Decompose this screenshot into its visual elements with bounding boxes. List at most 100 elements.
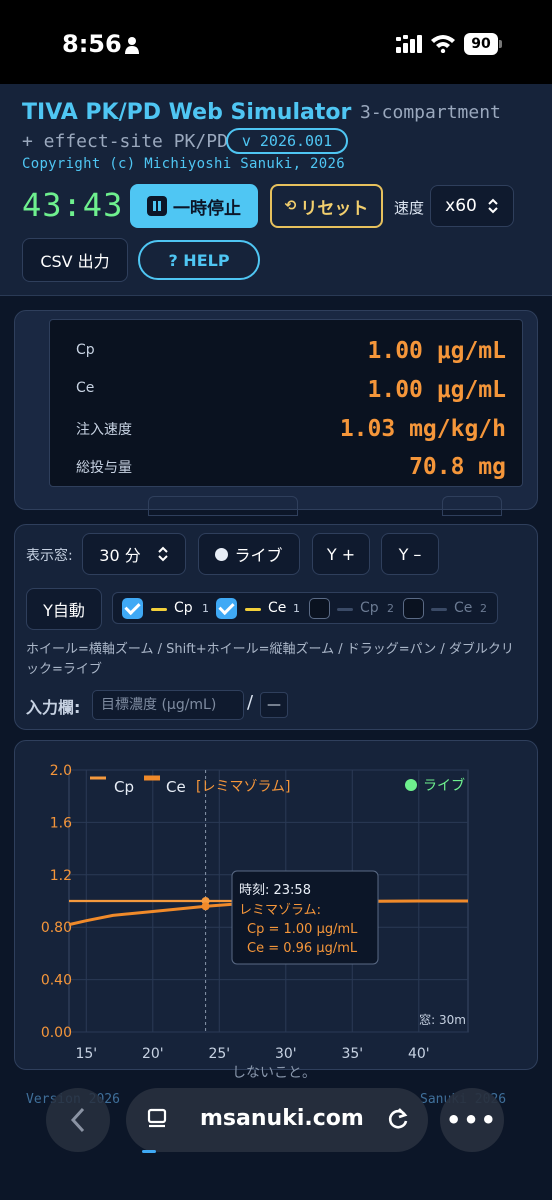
x-tick-label: 30' (275, 1046, 297, 1062)
legend-ce: Ce (166, 778, 186, 796)
window-select[interactable]: 30 分 (82, 533, 186, 575)
pause-icon (147, 196, 167, 216)
target-concentration-input[interactable] (92, 690, 244, 720)
legend-swatch-ce1 (245, 608, 261, 611)
more-icon: ••• (445, 1106, 499, 1134)
chevron-left-icon (70, 1107, 85, 1133)
checkbox-cp1[interactable] (122, 598, 143, 619)
legend-index-cp2: 2 (387, 602, 394, 615)
live-button[interactable]: ライブ (198, 533, 300, 575)
y-tick-label: 1.2 (50, 868, 72, 884)
legend-cp: Cp (114, 778, 134, 796)
readout-panel: Cp 1.00 μg/mL Ce 1.00 μg/mL 注入速度 1.03 mg… (14, 310, 538, 510)
battery-level: 90 (464, 33, 498, 55)
reload-icon[interactable] (385, 1106, 411, 1132)
pause-label: 一時停止 (173, 198, 241, 219)
y-tick-label: 0.40 (41, 973, 72, 989)
app-title: TIVA PK/PD Web Simulator (22, 100, 352, 125)
tooltip-time: 時刻: 23:58 (239, 883, 311, 898)
reset-label: リセット (300, 198, 369, 219)
elapsed-timer: 43:43 (22, 186, 124, 224)
checkbox-cp2[interactable] (309, 598, 330, 619)
cursor-point-ce (201, 902, 210, 911)
app-subtitle-2: + effect-site PK/PD (22, 131, 228, 152)
window-note: 窓: 30m (419, 1012, 466, 1027)
y-zoom-in-button[interactable]: Y + (312, 533, 370, 575)
legend-swatch-ce2 (431, 608, 447, 611)
x-tick-label: 35' (341, 1046, 363, 1062)
legend-index-cp1: 1 (202, 602, 209, 615)
url-text: msanuki.com (200, 1106, 364, 1131)
legend-swatch-cp1 (151, 608, 167, 611)
concentration-chart[interactable]: 2.0 1.6 1.2 0.80 0.40 0.00 15' 20' 25' 30' 35' 40'… (14, 740, 538, 1070)
legend-index-ce2: 2 (480, 602, 487, 615)
y-tick-label: 0.00 (41, 1025, 72, 1041)
tooltip-drug: レミマゾラム: (239, 903, 321, 918)
tooltip-ce: Ce = 0.96 μg/mL (247, 941, 358, 956)
version-badge: v 2026.001 (226, 128, 348, 154)
live-label: ライブ (234, 546, 283, 565)
clock: 8:56 (62, 30, 122, 58)
readout-value-ce: 1.00 μg/mL (367, 377, 506, 403)
pause-button[interactable]: 一時停止 (130, 184, 258, 228)
legend-label-ce1: Ce (268, 600, 287, 616)
readout-value-cp: 1.00 μg/mL (367, 338, 506, 364)
y-zoom-out-button[interactable]: Y – (381, 533, 439, 575)
chevron-updown-icon (488, 198, 498, 214)
person-icon (125, 37, 139, 54)
tooltip-cp: Cp = 1.00 μg/mL (247, 922, 358, 937)
y-axis-ticks: 2.0 1.6 1.2 0.80 0.40 0.00 (41, 763, 72, 1041)
y-tick-label: 1.6 (50, 815, 72, 831)
cellular-signal-icon (396, 35, 422, 53)
speed-select[interactable]: x60 (430, 185, 514, 227)
tabs-icon[interactable] (146, 1108, 168, 1130)
legend-drug: [レミマゾラム] (196, 779, 291, 795)
battery-icon: 90 (464, 33, 502, 55)
footer-note: しないこと。 (232, 1065, 316, 1081)
legend-index-ce1: 1 (293, 602, 300, 615)
x-tick-label: 40' (408, 1046, 430, 1062)
wifi-icon (431, 35, 455, 53)
x-tick-label: 20' (142, 1046, 164, 1062)
legend-label-ce2: Ce (454, 600, 473, 616)
interaction-hint: ホイール=横軸ズーム / Shift+ホイール=縦軸ズーム / ドラッグ=パン … (26, 642, 514, 677)
tab-indicator (142, 1150, 156, 1153)
csv-export-button[interactable]: CSV 出力 (22, 238, 128, 282)
readout-value-total: 70.8 mg (409, 454, 506, 480)
copyright: Copyright (c) Michiyoshi Sanuki, 2026 (22, 156, 345, 172)
unit-field[interactable]: — (260, 692, 288, 718)
readout-label-ce: Ce (76, 380, 95, 396)
readout-tab[interactable] (148, 496, 298, 516)
legend-label-cp2: Cp (360, 600, 379, 616)
status-bar: 8:56 90 (0, 0, 552, 84)
x-tick-label: 15' (75, 1046, 97, 1062)
readout-label-total: 総投与量 (76, 460, 132, 476)
speed-value: x60 (445, 196, 477, 216)
app-subtitle: 3-compartment (360, 102, 501, 123)
readout-label-rate: 注入速度 (76, 422, 132, 438)
chart-legend: Cp Ce [レミマゾラム] ライブ (90, 775, 465, 796)
checkbox-ce2[interactable] (403, 598, 424, 619)
live-indicator-icon (405, 779, 417, 791)
x-axis-ticks: 15' 20' 25' 30' 35' 40' (75, 1046, 429, 1062)
live-dot-icon (215, 547, 229, 561)
help-button[interactable]: ? HELP (138, 240, 260, 280)
readout-value-rate: 1.03 mg/kg/h (339, 416, 506, 442)
checkbox-ce1[interactable] (216, 598, 237, 619)
speed-label: 速度 (394, 199, 425, 217)
input-label: 入力欄: (26, 698, 81, 717)
more-menu-button[interactable]: ••• (440, 1088, 504, 1152)
y-tick-label: 0.80 (41, 920, 72, 936)
legend-label-cp1: Cp (174, 600, 193, 616)
back-button[interactable] (46, 1088, 110, 1152)
readout-display: Cp 1.00 μg/mL Ce 1.00 μg/mL 注入速度 1.03 mg… (49, 319, 523, 487)
window-label: 表示窓: (26, 548, 73, 564)
y-auto-button[interactable]: Y自動 (26, 588, 102, 630)
x-tick-label: 25' (208, 1046, 230, 1062)
legend-swatch-cp2 (337, 608, 353, 611)
chart-tooltip: 時刻: 23:58 レミマゾラム: Cp = 1.00 μg/mL Ce = 0… (231, 870, 379, 965)
reset-icon: ⟲ (284, 198, 297, 214)
y-tick-label: 2.0 (50, 763, 72, 779)
reset-button[interactable]: ⟲ リセット (270, 184, 383, 228)
readout-tab-2[interactable] (442, 496, 502, 516)
